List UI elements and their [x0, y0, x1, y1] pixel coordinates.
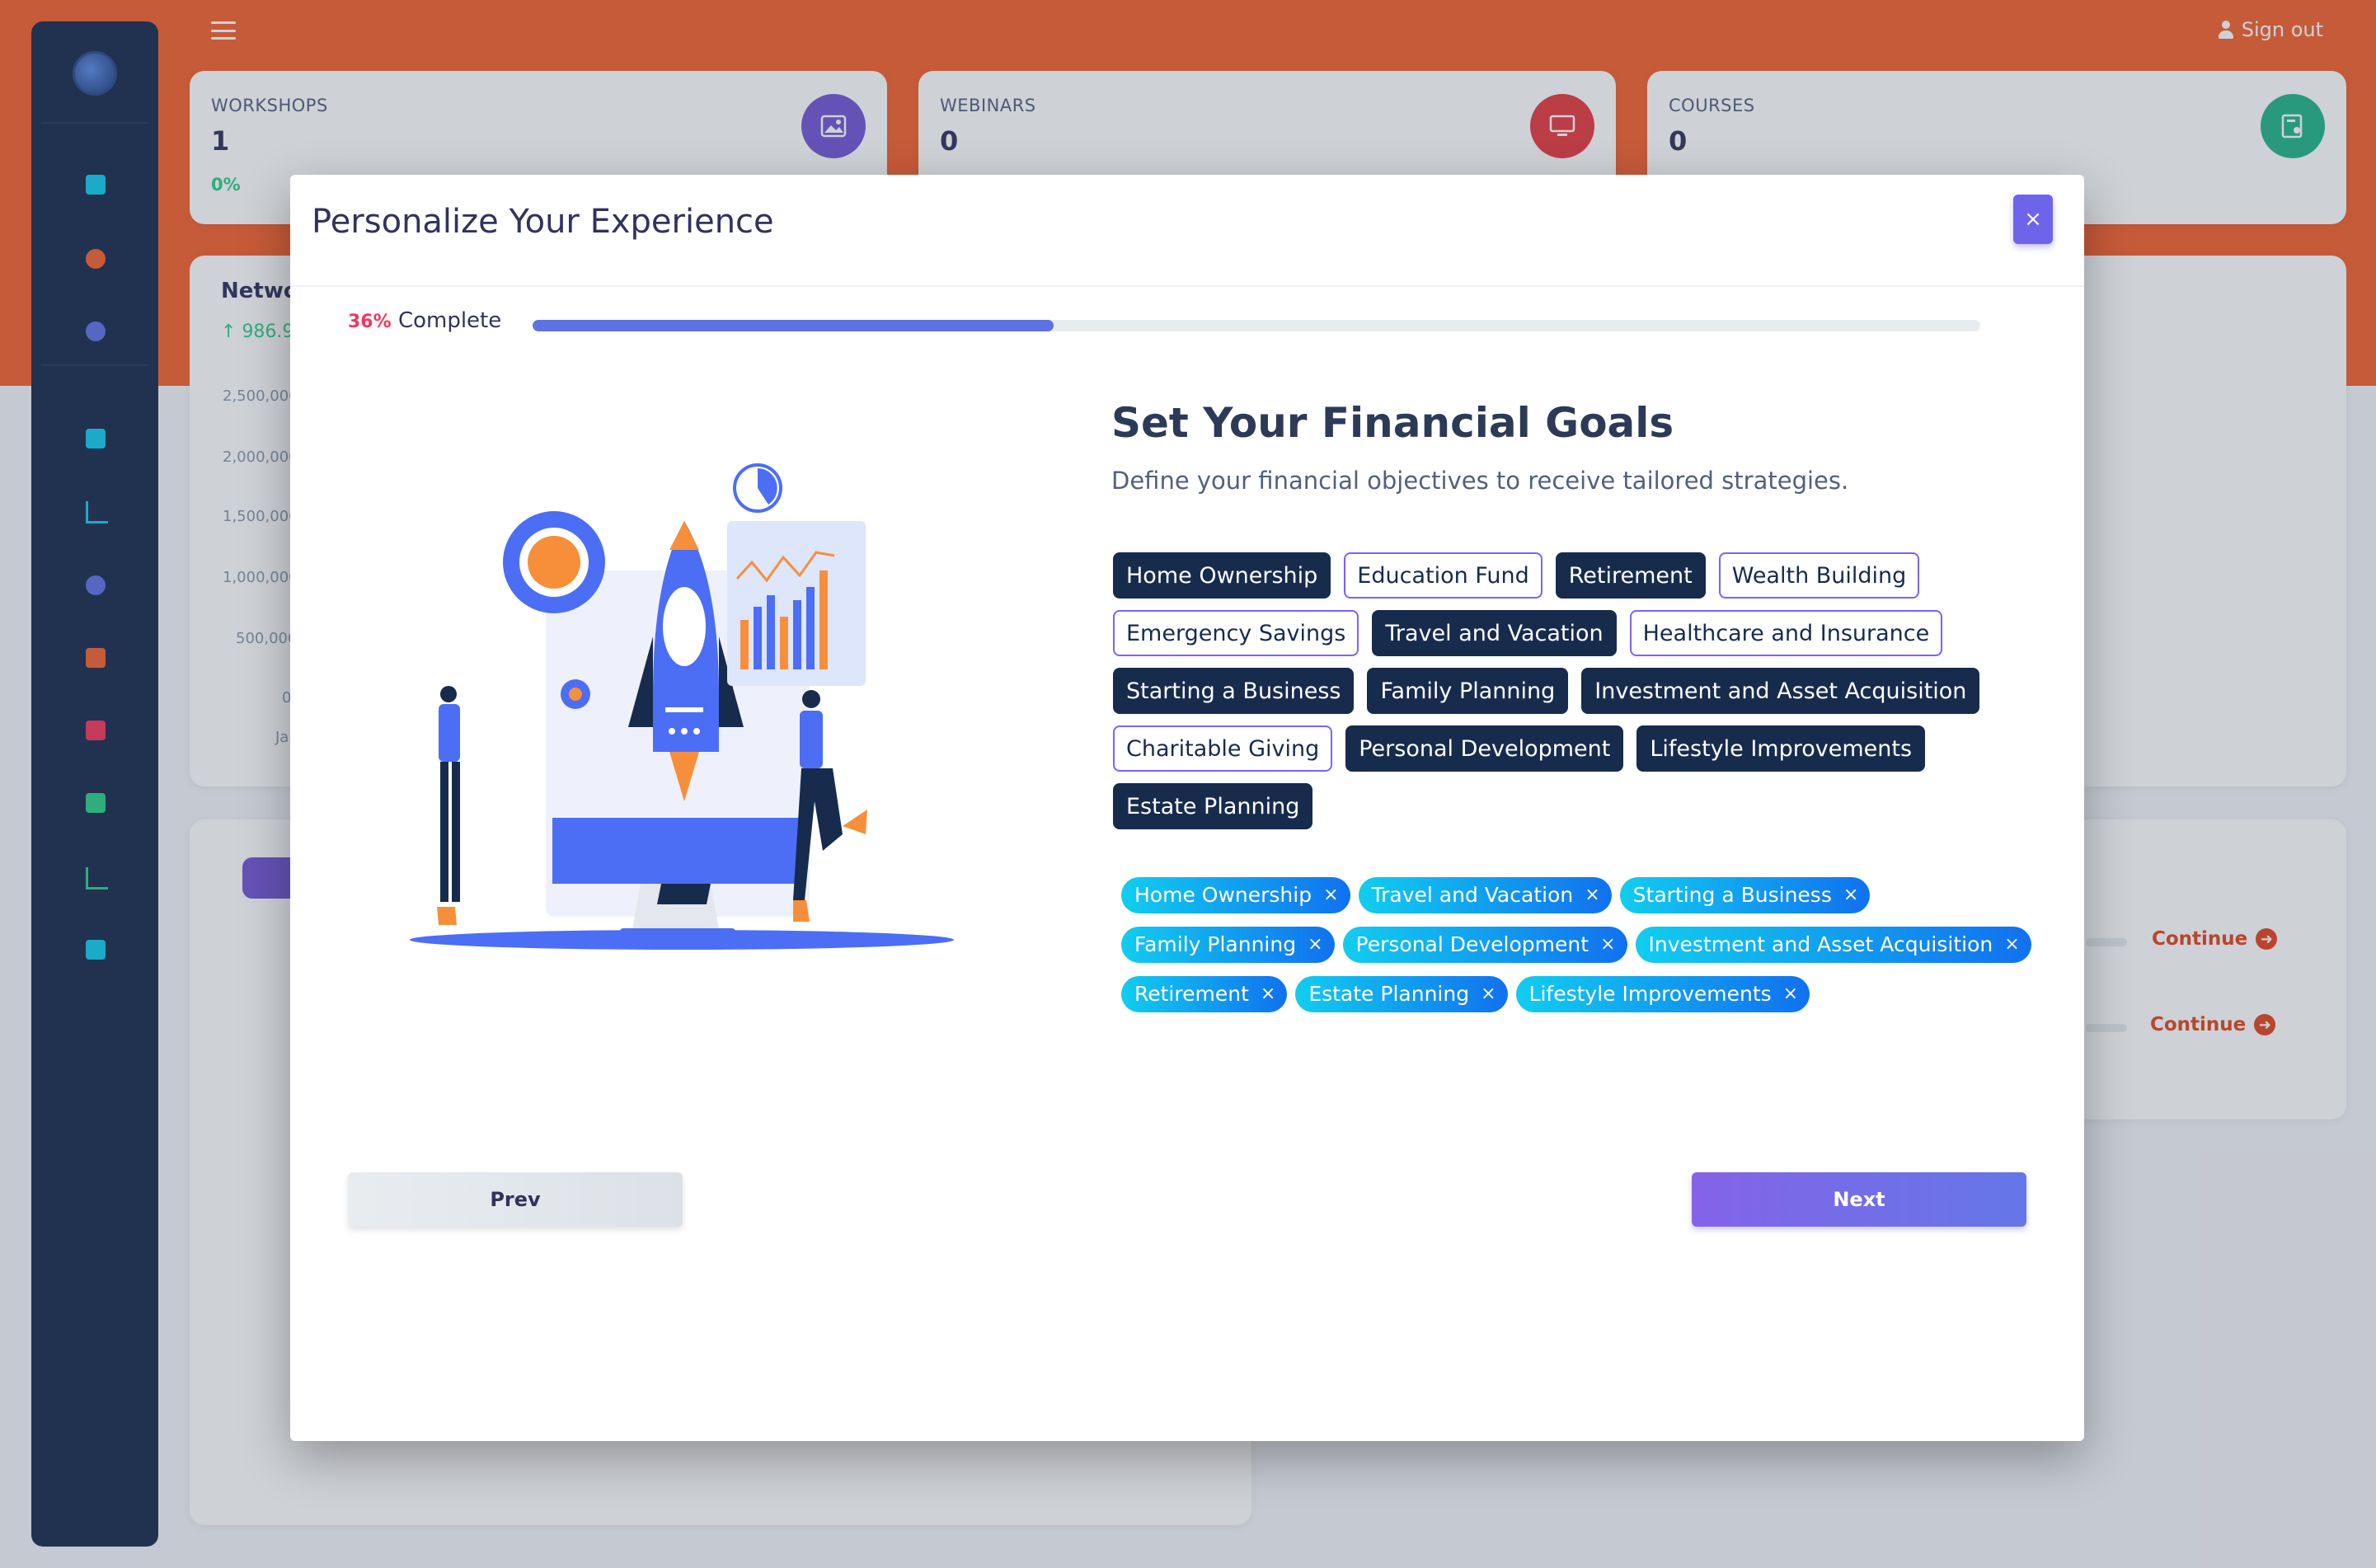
- selected-tag-label: Travel and Vacation: [1371, 883, 1574, 907]
- close-button[interactable]: ×: [2013, 195, 2053, 244]
- selected-tag-label: Home Ownership: [1134, 883, 1312, 907]
- progress-bar: [533, 320, 1980, 331]
- progress-percent: 36%: [348, 312, 392, 332]
- selected-tag-label: Personal Development: [1355, 932, 1589, 956]
- remove-tag-icon[interactable]: ×: [1600, 927, 1615, 963]
- goal-chip[interactable]: Emergency Savings: [1113, 610, 1359, 656]
- goal-heading: Set Your Financial Goals: [1111, 399, 1674, 447]
- goal-chip-row: Home Ownership Education Fund Retirement We…: [1113, 552, 1937, 599]
- goal-subheading: Define your financial objectives to rece…: [1111, 467, 1849, 495]
- goal-chip[interactable]: Investment and Asset Acquisition: [1581, 668, 1980, 714]
- goal-chip[interactable]: Home Ownership: [1113, 552, 1331, 599]
- tag-row: Home Ownership × Travel and Vacation × Start…: [1121, 877, 1987, 913]
- progress-suffix: Complete: [397, 308, 502, 333]
- next-button[interactable]: Next: [1692, 1172, 2026, 1227]
- remove-tag-icon[interactable]: ×: [1783, 976, 1798, 1012]
- selected-tag-label: Estate Planning: [1308, 982, 1470, 1006]
- goal-chip-group: Home Ownership Education Fund Retirement We…: [1113, 552, 1980, 841]
- modal-title: Personalize Your Experience: [312, 203, 774, 241]
- remove-tag-icon[interactable]: ×: [1261, 976, 1275, 1012]
- selected-tag: Investment and Asset Acquisition ×: [1635, 927, 2031, 963]
- goal-chip[interactable]: Retirement: [1555, 552, 1706, 599]
- selected-tag: Personal Development ×: [1342, 927, 1627, 963]
- selected-tag: Estate Planning ×: [1295, 976, 1508, 1012]
- goal-chip[interactable]: Starting a Business: [1113, 668, 1355, 714]
- selected-tag-label: Retirement: [1134, 982, 1249, 1006]
- selected-goal-tags: Home Ownership × Travel and Vacation × Start…: [1121, 877, 2031, 1026]
- selected-tag: Retirement ×: [1121, 976, 1288, 1012]
- remove-tag-icon[interactable]: ×: [2004, 927, 2019, 963]
- goal-chip[interactable]: Healthcare and Insurance: [1629, 610, 1943, 656]
- remove-tag-icon[interactable]: ×: [1585, 877, 1599, 913]
- goal-chip-row: Estate Planning: [1113, 783, 1937, 829]
- goal-chip-row: Charitable Giving Personal Development Lif…: [1113, 725, 1937, 772]
- goal-chip[interactable]: Lifestyle Improvements: [1636, 725, 1926, 772]
- selected-tag: Starting a Business ×: [1619, 877, 1871, 913]
- modal-header: Personalize Your Experience ×: [290, 175, 2084, 287]
- remove-tag-icon[interactable]: ×: [1308, 927, 1322, 963]
- goal-chip-row: Starting a Business Family Planning Invest…: [1113, 668, 1980, 714]
- remove-tag-icon[interactable]: ×: [1481, 976, 1496, 1012]
- goal-chip[interactable]: Travel and Vacation: [1372, 610, 1617, 656]
- goal-chip[interactable]: Wealth Building: [1718, 552, 1920, 599]
- selected-tag-label: Family Planning: [1134, 932, 1297, 956]
- personalize-modal: Personalize Your Experience × 36% Comple…: [290, 175, 2084, 1441]
- selected-tag: Family Planning ×: [1121, 927, 1335, 963]
- goal-chip[interactable]: Charitable Giving: [1113, 725, 1333, 772]
- remove-tag-icon[interactable]: ×: [1323, 877, 1338, 913]
- selected-tag: Travel and Vacation ×: [1358, 877, 1612, 913]
- goal-chip[interactable]: Personal Development: [1345, 725, 1624, 772]
- selected-tag-label: Starting a Business: [1632, 883, 1832, 907]
- selected-tag: Home Ownership ×: [1121, 877, 1350, 913]
- selected-tag-label: Investment and Asset Acquisition: [1648, 932, 1993, 956]
- progress-bar-fill: [533, 320, 1054, 331]
- selected-tag-label: Lifestyle Improvements: [1528, 982, 1772, 1006]
- progress-label: 36% Complete: [348, 308, 501, 333]
- tag-row: Retirement × Estate Planning × Lifestyle Imp…: [1121, 976, 1987, 1012]
- goal-chip-row: Emergency Savings Travel and Vacation Heal…: [1113, 610, 1943, 656]
- tag-row: Family Planning × Personal Development × Inv…: [1121, 927, 2031, 963]
- goal-chip[interactable]: Family Planning: [1367, 668, 1569, 714]
- goal-chip[interactable]: Estate Planning: [1113, 783, 1313, 829]
- selected-tag: Lifestyle Improvements ×: [1515, 976, 1810, 1012]
- prev-button[interactable]: Prev: [348, 1172, 683, 1227]
- goal-chip[interactable]: Education Fund: [1344, 552, 1543, 599]
- remove-tag-icon[interactable]: ×: [1843, 877, 1858, 913]
- rocket-launch-illustration: [410, 463, 954, 950]
